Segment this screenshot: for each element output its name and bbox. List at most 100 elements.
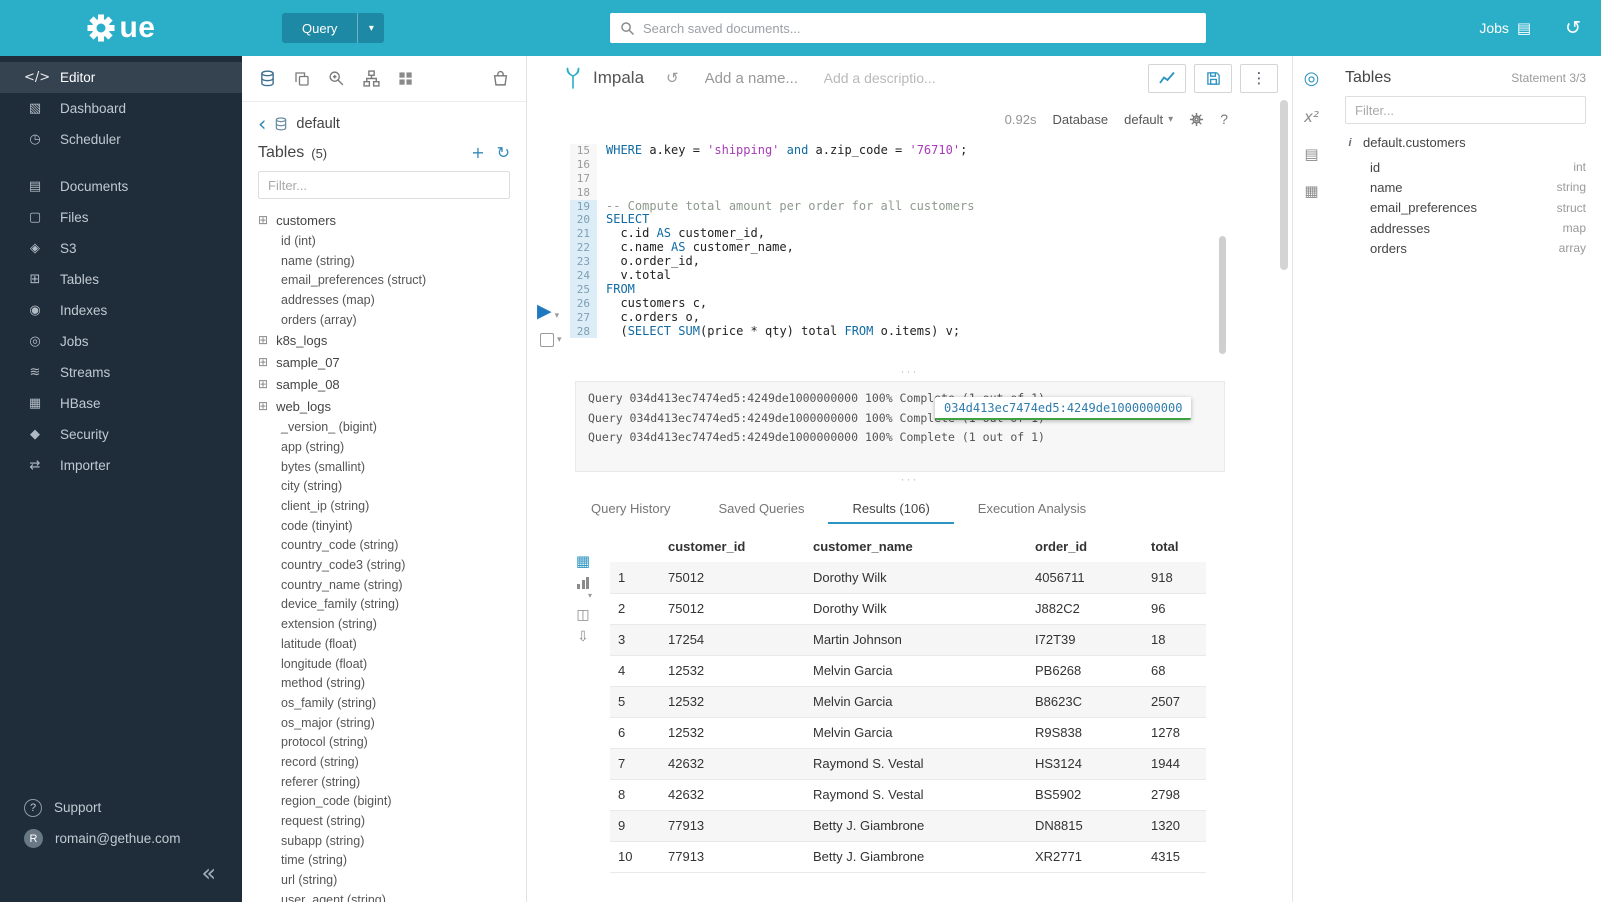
table-row[interactable]: 842632Raymond S. VestalBS59022798: [610, 779, 1206, 810]
code-line[interactable]: 25FROM: [570, 283, 1292, 297]
sidebar-item-streams[interactable]: ≋Streams: [0, 357, 242, 388]
code-line[interactable]: 16: [570, 158, 1292, 172]
right-column-email-preferences[interactable]: email_preferencesstruct: [1370, 198, 1586, 218]
query-caret-icon[interactable]: ▾: [357, 13, 384, 43]
refresh-tables-icon[interactable]: ↻: [497, 145, 510, 161]
execute-button[interactable]: ▶: [537, 302, 552, 321]
sidebar-item-hbase[interactable]: ▦HBase: [0, 388, 242, 419]
column-item[interactable]: city (string): [258, 477, 510, 497]
statement-selector-button[interactable]: [540, 333, 554, 347]
column-item[interactable]: request (string): [258, 811, 510, 831]
sidebar-item-importer[interactable]: ⇄Importer: [0, 450, 242, 481]
functions-icon[interactable]: x²: [1304, 108, 1319, 126]
breadcrumb-database[interactable]: default: [296, 116, 340, 132]
info-icon[interactable]: i: [1345, 137, 1355, 149]
right-column-name[interactable]: namestring: [1370, 177, 1586, 197]
table-row[interactable]: 977913Betty J. GiambroneDN88151320: [610, 810, 1206, 841]
sitemap-icon[interactable]: [363, 70, 380, 87]
query-description-input[interactable]: [824, 70, 942, 86]
table-item-sample-07[interactable]: ⊞sample_07: [258, 351, 510, 373]
schedule-icon[interactable]: ▦: [1304, 182, 1318, 200]
column-item[interactable]: code (tinyint): [258, 516, 510, 536]
tab-saved-queries[interactable]: Saved Queries: [694, 494, 828, 524]
column-item[interactable]: extension (string): [258, 614, 510, 634]
sidebar-item-dashboard[interactable]: ▧Dashboard: [0, 93, 242, 124]
column-item[interactable]: country_code3 (string): [258, 555, 510, 575]
column-item[interactable]: addresses (map): [258, 290, 510, 310]
code-line[interactable]: 17: [570, 172, 1292, 186]
code-line[interactable]: 22 c.name AS customer_name,: [570, 241, 1292, 255]
databases-source-icon[interactable]: [259, 70, 276, 87]
table-row[interactable]: 412532Melvin GarciaPB626868: [610, 655, 1206, 686]
assist-compass-icon[interactable]: ◎: [1304, 68, 1320, 89]
hue-logo[interactable]: ue: [0, 0, 242, 56]
right-column-addresses[interactable]: addressesmap: [1370, 218, 1586, 238]
column-item[interactable]: name (string): [258, 251, 510, 271]
column-item[interactable]: os_family (string): [258, 693, 510, 713]
column-item[interactable]: latitude (float): [258, 634, 510, 654]
main-scrollbar[interactable]: [1280, 100, 1288, 270]
sidebar-item-files[interactable]: ▢Files: [0, 202, 242, 233]
code-line[interactable]: 26 customers c,: [570, 297, 1292, 311]
table-row[interactable]: 175012Dorothy Wilk4056711918: [610, 562, 1206, 593]
query-id-tooltip[interactable]: 034d413ec7474ed5:4249de1000000000: [935, 397, 1191, 420]
column-item[interactable]: protocol (string): [258, 732, 510, 752]
table-item-web-logs[interactable]: ⊞web_logs: [258, 395, 510, 417]
column-item[interactable]: url (string): [258, 870, 510, 890]
user-menu[interactable]: R romain@gethue.com: [0, 823, 242, 854]
search-input[interactable]: [643, 21, 1196, 36]
documents-source-icon[interactable]: [294, 71, 310, 87]
settings-gear-icon[interactable]: [1189, 112, 1204, 127]
column-item[interactable]: bytes (smallint): [258, 457, 510, 477]
active-table[interactable]: i default.customers: [1345, 135, 1586, 150]
statement-caret-icon[interactable]: ▾: [557, 335, 562, 345]
column-item[interactable]: referer (string): [258, 772, 510, 792]
tab-results-106[interactable]: Results (106): [828, 494, 953, 524]
code-line[interactable]: 20SELECT: [570, 213, 1292, 227]
column-item[interactable]: country_name (string): [258, 575, 510, 595]
jobs-link[interactable]: Jobs ▤: [1479, 19, 1531, 37]
table-item-customers[interactable]: ⊞customers: [258, 209, 510, 231]
column-item[interactable]: app (string): [258, 437, 510, 457]
right-column-orders[interactable]: ordersarray: [1370, 238, 1586, 258]
add-table-icon[interactable]: +: [471, 145, 484, 161]
session-refresh-icon[interactable]: ↺: [666, 69, 679, 87]
table-row[interactable]: 317254Martin JohnsonI72T3918: [610, 624, 1206, 655]
code-line[interactable]: 23 o.order_id,: [570, 255, 1292, 269]
tables-filter-input[interactable]: [258, 171, 510, 199]
sidebar-item-jobs[interactable]: ◎Jobs: [0, 326, 242, 357]
chart-button[interactable]: [1148, 64, 1186, 93]
table-item-sample-08[interactable]: ⊞sample_08: [258, 373, 510, 395]
sidebar-item-editor[interactable]: </>Editor: [0, 62, 242, 93]
resize-grip-bottom[interactable]: ···: [527, 476, 1292, 486]
column-header-order-id[interactable]: order_id: [1027, 530, 1143, 562]
code-line[interactable]: 28 (SELECT SUM(price * qty) total FROM o…: [570, 325, 1292, 339]
chart-view-icon[interactable]: [577, 577, 589, 589]
table-row[interactable]: 612532Melvin GarciaR9S8381278: [610, 717, 1206, 748]
basket-icon[interactable]: [492, 70, 509, 87]
column-item[interactable]: time (string): [258, 851, 510, 871]
column-item[interactable]: user_agent (string): [258, 890, 510, 902]
column-item[interactable]: longitude (float): [258, 654, 510, 674]
tab-query-history[interactable]: Query History: [567, 494, 694, 524]
editor-scrollbar[interactable]: [1219, 236, 1226, 354]
query-history-icon[interactable]: ↺: [1565, 17, 1581, 39]
execute-caret-icon[interactable]: ▾: [555, 311, 560, 321]
search-zoom-icon[interactable]: [328, 70, 345, 87]
column-item[interactable]: orders (array): [258, 310, 510, 330]
code-line[interactable]: 19-- Compute total amount per order for …: [570, 200, 1292, 214]
column-item[interactable]: _version_ (bigint): [258, 417, 510, 437]
sidebar-item-security[interactable]: ◆Security: [0, 419, 242, 450]
table-row[interactable]: 275012Dorothy WilkJ882C296: [610, 593, 1206, 624]
more-actions-button[interactable]: ⋮: [1240, 64, 1278, 93]
column-item[interactable]: method (string): [258, 673, 510, 693]
column-item[interactable]: email_preferences (struct): [258, 270, 510, 290]
columns-view-icon[interactable]: ◫: [576, 608, 589, 622]
new-query-button[interactable]: Query ▾: [282, 13, 384, 43]
column-header-customer-id[interactable]: customer_id: [660, 530, 805, 562]
column-item[interactable]: record (string): [258, 752, 510, 772]
right-filter-input[interactable]: [1345, 96, 1586, 124]
grid-view-icon[interactable]: ▦: [576, 554, 590, 569]
code-line[interactable]: 15WHERE a.key = 'shipping' and a.zip_cod…: [570, 144, 1292, 158]
sidebar-item-s3[interactable]: ◈S3: [0, 233, 242, 264]
